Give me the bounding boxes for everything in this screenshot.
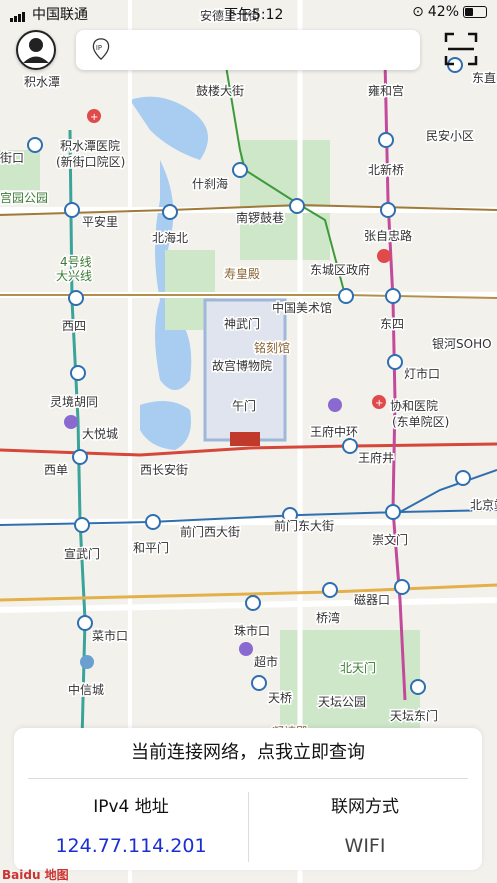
map-label: 北京站: [470, 498, 497, 512]
user-avatar-button[interactable]: [16, 30, 56, 70]
map-label: 4号线: [60, 255, 92, 269]
user-icon: [16, 30, 56, 70]
map-label: 西长安街: [140, 462, 188, 477]
map-label: 大兴线: [56, 269, 92, 283]
map-label: (新街口院区): [56, 154, 125, 169]
map-label: 王府井: [358, 450, 394, 465]
map-label: 中国美术馆: [272, 300, 332, 315]
ipv4-column: IPv4 地址 124.77.114.201: [14, 792, 248, 857]
map-label: 神武门: [224, 316, 260, 331]
query-network-link[interactable]: 当前连接网络，点我立即查询: [14, 738, 482, 764]
map-label: 雍和宫: [368, 83, 404, 98]
battery-icon: [463, 6, 487, 18]
ip-icon-text: IP: [96, 44, 102, 52]
map-label: 东城区政府: [310, 262, 370, 277]
network-info-panel[interactable]: 当前连接网络，点我立即查询 IPv4 地址 124.77.114.201 联网方…: [14, 728, 482, 870]
ip-location-icon: IP: [92, 38, 110, 60]
map-label: 北新桥: [368, 162, 404, 177]
map-label: (东单院区): [392, 415, 449, 429]
battery-percent: 42%: [427, 4, 459, 20]
map-label: 街口: [0, 151, 24, 165]
scan-icon[interactable]: [444, 32, 478, 66]
map-label: 灯市口: [404, 366, 440, 381]
map-label: 菜市口: [92, 628, 128, 643]
map-label: 银河SOHO: [432, 337, 492, 351]
map-label: 天坛公园: [318, 695, 366, 709]
network-type-column: 联网方式 WIFI: [248, 792, 482, 857]
status-bar: 中国联通 下午5:12 ⊙ 42%: [0, 0, 497, 26]
map-label: 北海北: [152, 230, 188, 245]
map-label: 和平门: [133, 540, 169, 555]
map-label: 前门西大街: [180, 524, 240, 539]
map-label: 超市: [254, 654, 278, 669]
map-label: 桥湾: [316, 610, 340, 625]
svg-text:+: +: [90, 112, 98, 123]
baidu-map-logo: Baidu 地图: [2, 868, 69, 882]
map-label: 珠市口: [234, 623, 270, 638]
map-label: 什刹海: [192, 176, 228, 191]
map-label: 大悦城: [82, 427, 118, 441]
map-label: 灵境胡同: [50, 394, 98, 409]
map-label: 东直: [472, 71, 496, 85]
map-label: 王府中环: [310, 424, 358, 439]
network-type-label: 联网方式: [331, 797, 399, 817]
map-label: 宫园公园: [0, 190, 48, 205]
map-label: 天坛东门: [390, 708, 438, 723]
map-label: 平安里: [82, 214, 118, 229]
map-label: 中信城: [68, 682, 104, 697]
orientation-lock-icon: ⊙: [412, 4, 424, 20]
map-label: 民安小区: [426, 128, 474, 143]
map-label: 北天门: [340, 660, 376, 675]
map-label: 东四: [380, 317, 404, 331]
map-label: 南锣鼓巷: [236, 210, 284, 225]
map-label: 故宫博物院: [212, 358, 272, 373]
map-label: 铭刻馆: [254, 340, 290, 355]
svg-text:+: +: [375, 398, 383, 409]
map-label: 张自忠路: [364, 228, 412, 243]
map-label: 天桥: [268, 691, 292, 705]
ipv4-value[interactable]: 124.77.114.201: [14, 835, 248, 857]
map-label: 寿皇殿: [224, 267, 260, 281]
search-bar[interactable]: IP: [76, 30, 420, 70]
ipv4-label: IPv4 地址: [93, 797, 169, 817]
map-label: 西四: [62, 319, 86, 333]
carrier-name: 中国联通: [32, 7, 88, 23]
clock: 下午5:12: [224, 7, 284, 23]
network-type-value: WIFI: [344, 835, 386, 857]
map-label: 前门东大街: [274, 518, 334, 533]
map-label: 积水潭医院: [60, 139, 120, 153]
map-label: 积水潭: [24, 75, 60, 89]
map-label: 磁器口: [354, 592, 390, 607]
map-label: 鼓楼大街: [196, 83, 244, 98]
divider: [28, 778, 468, 779]
map-label: 宣武门: [64, 546, 100, 561]
map-label: 午门: [232, 398, 256, 413]
map-label: 协和医院: [390, 398, 438, 413]
signal-icon: [10, 6, 26, 22]
map-label: 崇文门: [372, 532, 408, 547]
map-label: 西单: [44, 463, 68, 477]
